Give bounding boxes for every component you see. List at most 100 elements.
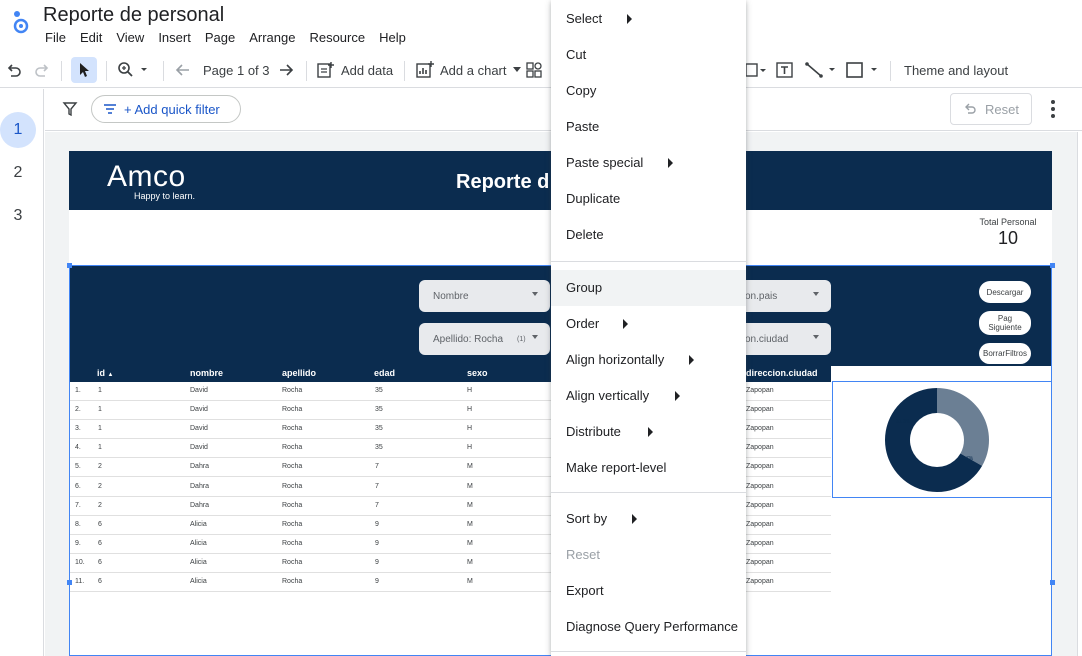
menu-resource[interactable]: Resource	[302, 30, 372, 48]
menu-item-delete[interactable]: Delete	[551, 217, 746, 253]
page-3-thumb[interactable]: 3	[0, 198, 36, 234]
page-2-thumb[interactable]: 2	[0, 155, 36, 191]
line-icon[interactable]	[805, 52, 837, 88]
column-header-edad[interactable]: edad	[374, 368, 395, 378]
select-tool-icon[interactable]	[71, 57, 97, 83]
filter-list-icon	[104, 104, 116, 114]
menu-item-copy[interactable]: Copy	[551, 73, 746, 109]
table-cell-id: 2	[98, 482, 102, 490]
ciudad-filter-control[interactable]: on.ciudad	[733, 323, 831, 355]
submenu-arrow-icon	[668, 158, 673, 168]
submenu-arrow-icon	[675, 391, 680, 401]
nombre-filter-control[interactable]: Nombre	[419, 280, 550, 312]
menu-edit[interactable]: Edit	[73, 30, 109, 48]
column-header-sexo[interactable]: sexo	[467, 368, 488, 378]
sort-asc-icon: ▲	[107, 372, 114, 378]
theme-layout-button[interactable]: Theme and layout	[904, 52, 1008, 88]
column-header-apellido[interactable]: apellido	[282, 368, 316, 378]
menu-item-make-report-level[interactable]: Make report-level	[551, 450, 746, 486]
table-cell-id: 6	[98, 558, 102, 566]
borrar-filtros-button[interactable]: BorrarFiltros	[979, 343, 1031, 364]
menu-item-diagnose-query-performance[interactable]: Diagnose Query Performance	[551, 609, 746, 645]
menu-file[interactable]: File	[38, 30, 73, 48]
filter-icon[interactable]	[62, 101, 78, 122]
page-rail: 1 2 3	[0, 89, 44, 656]
add-control-icon[interactable]	[526, 52, 546, 88]
menu-item-distribute[interactable]: Distribute	[551, 414, 746, 450]
add-chart-button[interactable]: Add a chart	[416, 52, 521, 88]
table-cell-ciudad: Zapopan	[746, 406, 774, 414]
table-cell-edad: 7	[375, 482, 379, 490]
table-cell-nombre: Alicia	[190, 558, 207, 566]
menu-item-order[interactable]: Order	[551, 306, 746, 342]
menu-page[interactable]: Page	[198, 30, 242, 48]
menu-item-sort-by[interactable]: Sort by	[551, 501, 746, 537]
pag-siguiente-button[interactable]: Pag Siguiente	[979, 311, 1031, 335]
shape-icon[interactable]	[846, 52, 882, 88]
menu-view[interactable]: View	[109, 30, 151, 48]
menu-item-group[interactable]: Group	[551, 270, 746, 306]
menu-bar: File Edit View Insert Page Arrange Resou…	[38, 30, 413, 48]
zoom-icon[interactable]	[117, 52, 147, 88]
redo-icon[interactable]	[33, 52, 51, 88]
menu-item-duplicate[interactable]: Duplicate	[551, 181, 746, 217]
image-icon[interactable]	[746, 52, 768, 88]
column-header-ciudad[interactable]: direccion.ciudad	[746, 368, 818, 378]
table-cell-ciudad: Zapopan	[746, 463, 774, 471]
descargar-button[interactable]: Descargar	[979, 281, 1031, 303]
table-cell-sexo: M	[467, 520, 473, 528]
table-cell-ciudad: Zapopan	[746, 444, 774, 452]
looker-studio-logo[interactable]	[10, 9, 32, 35]
selection-handle[interactable]	[1050, 263, 1055, 268]
undo-icon[interactable]	[5, 52, 23, 88]
pais-filter-control[interactable]: on.pais	[733, 280, 831, 312]
add-chart-label: Add a chart	[440, 62, 507, 78]
table-cell-ciudad: Zapopan	[746, 539, 774, 547]
chevron-down-icon	[512, 67, 521, 72]
menu-item-paste[interactable]: Paste	[551, 109, 746, 145]
table-cell-edad: 35	[375, 425, 383, 433]
add-quick-filter-label: + Add quick filter	[124, 101, 220, 117]
menu-item-align-vertically[interactable]: Align vertically	[551, 378, 746, 414]
reset-button[interactable]: Reset	[950, 93, 1032, 125]
document-title[interactable]: Reporte de personal	[43, 4, 224, 27]
selection-handle[interactable]	[1050, 580, 1055, 585]
selection-handle[interactable]	[67, 580, 72, 585]
pais-filter-label: on.pais	[745, 290, 778, 302]
column-header-nombre[interactable]: nombre	[190, 368, 223, 378]
table-cell-apellido: Rocha	[282, 578, 303, 585]
menu-item-select[interactable]: Select	[551, 1, 746, 37]
submenu-arrow-icon	[689, 355, 694, 365]
nombre-filter-label: Nombre	[433, 290, 469, 302]
apellido-filter-control[interactable]: Apellido: Rocha (1)	[419, 323, 550, 355]
selection-handle[interactable]	[67, 263, 72, 268]
page-1-thumb[interactable]: 1	[0, 112, 36, 148]
menu-item-paste-special[interactable]: Paste special	[551, 145, 746, 181]
donut-slice[interactable]	[937, 388, 989, 466]
text-box-icon[interactable]	[776, 52, 794, 88]
table-cell-sexo: H	[467, 387, 473, 394]
previous-page-icon[interactable]	[175, 52, 191, 88]
table-cell-edad: 7	[375, 463, 379, 471]
column-header-id[interactable]: id ▲	[97, 368, 113, 378]
menu-help[interactable]: Help	[372, 30, 413, 48]
table-cell-ciudad: Zapopan	[746, 501, 774, 509]
table-cell-ciudad: Zapopan	[746, 578, 774, 585]
donut-label: 33.3%	[896, 419, 911, 425]
table-cell-nombre: David	[190, 425, 208, 433]
scorecard-label: Total Personal	[979, 217, 1037, 227]
menu-item-export[interactable]: Export	[551, 573, 746, 609]
menu-arrange[interactable]: Arrange	[242, 30, 302, 48]
more-options-icon[interactable]	[1045, 97, 1061, 121]
table-cell-id: 1	[98, 406, 102, 414]
menu-item-cut[interactable]: Cut	[551, 37, 746, 73]
submenu-arrow-icon	[623, 319, 628, 329]
add-data-button[interactable]: Add data	[317, 52, 393, 88]
table-cell-sexo: M	[467, 539, 473, 547]
menu-item-align-horizontally[interactable]: Align horizontally	[551, 342, 746, 378]
menu-insert[interactable]: Insert	[151, 30, 198, 48]
donut-chart-container[interactable]: 33.3% 66.7%	[832, 381, 1052, 498]
next-page-icon[interactable]	[278, 52, 294, 88]
ciudad-filter-label: on.ciudad	[745, 333, 789, 345]
add-quick-filter-button[interactable]: + Add quick filter	[91, 95, 241, 123]
